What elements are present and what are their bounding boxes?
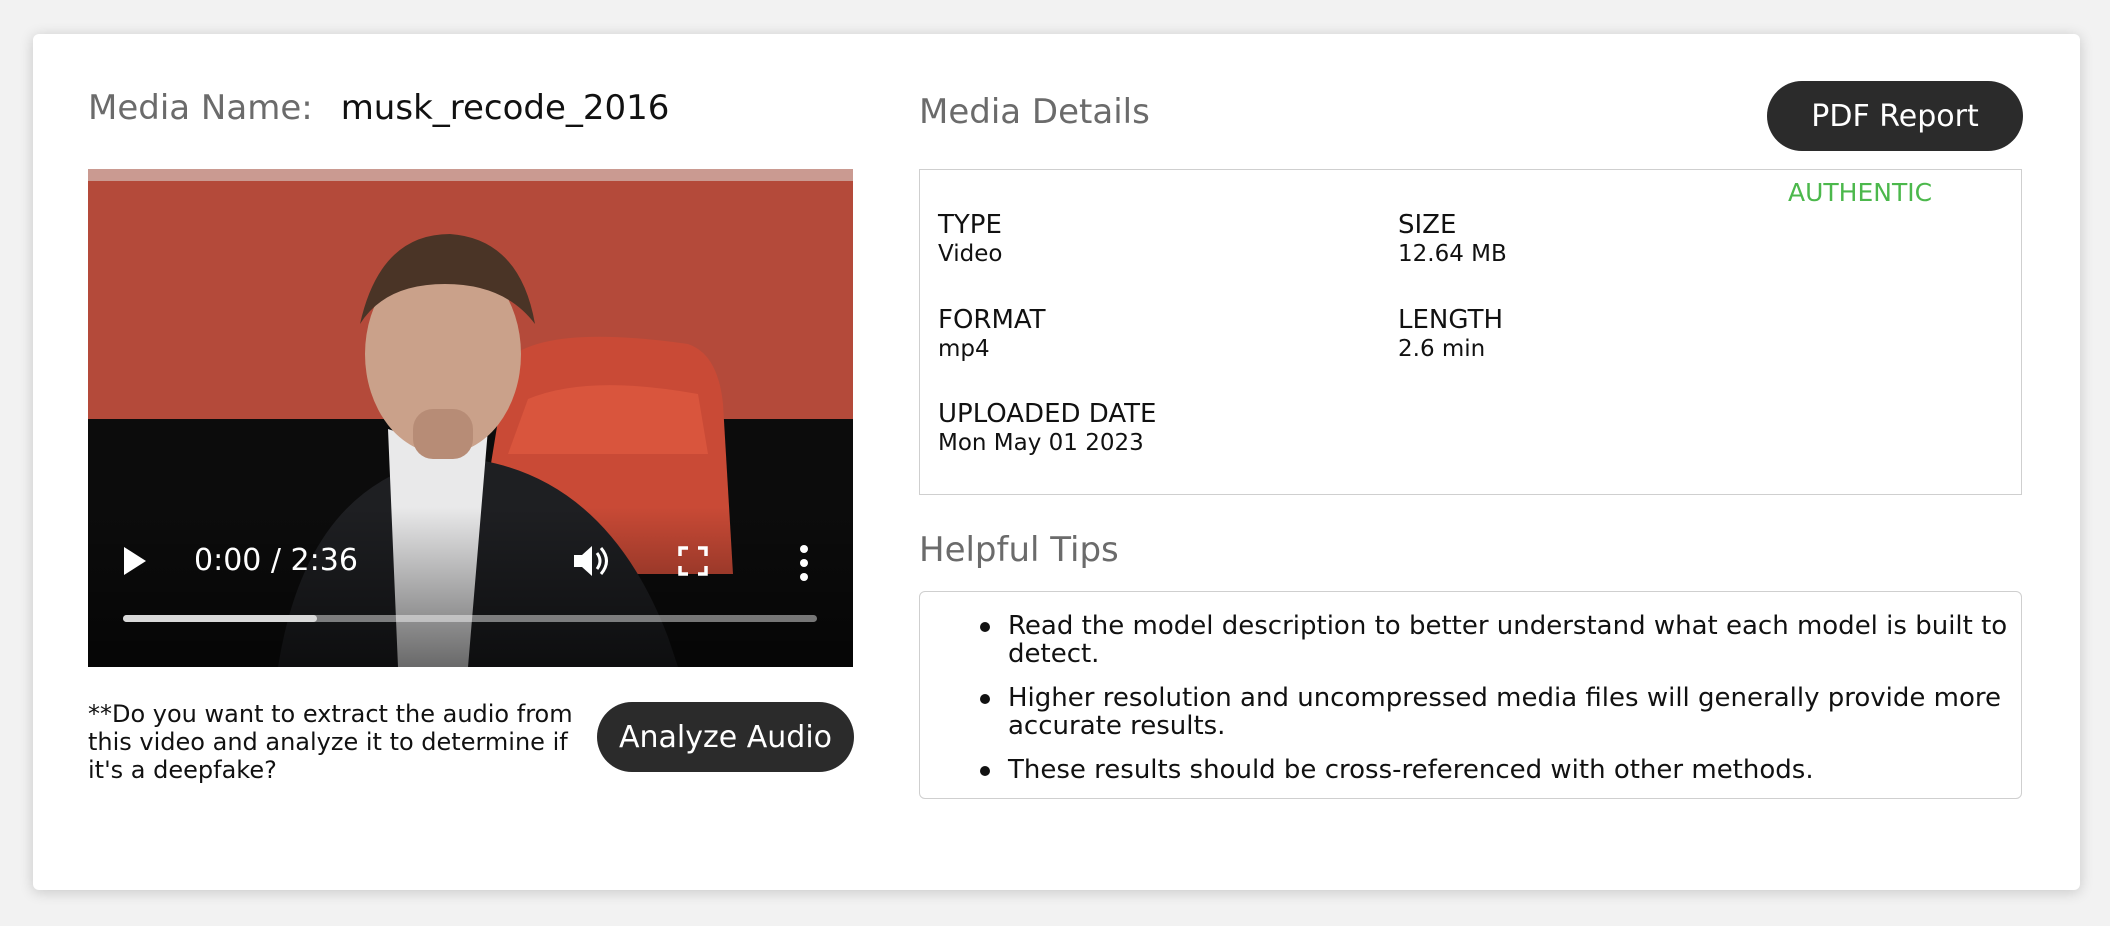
helpful-tips-title: Helpful Tips [919,530,1119,570]
size-label: SIZE [1398,210,1457,240]
bullet-icon [980,622,990,632]
type-label: TYPE [938,210,1002,240]
uploaded-date-label: UPLOADED DATE [938,399,1157,429]
pdf-report-button[interactable]: PDF Report [1767,81,2023,151]
bullet-icon [980,766,990,776]
authenticity-verdict: AUTHENTIC [1788,178,1933,207]
field-size: SIZE 12.64 MB [1398,210,1507,268]
fullscreen-icon[interactable] [678,546,708,576]
video-player[interactable]: 0:00 / 2:36 [88,169,853,667]
field-uploaded-date: UPLOADED DATE Mon May 01 2023 [938,399,1156,457]
play-icon[interactable] [124,547,146,575]
tip-item: Higher resolution and uncompressed media… [980,683,2008,741]
media-name-label: Media Name: [88,88,313,128]
length-value: 2.6 min [1398,336,1486,362]
bullet-icon [980,694,990,704]
tip-item: These results should be cross-referenced… [980,755,2008,785]
video-time: 0:00 / 2:36 [194,543,358,578]
more-vertical-icon[interactable] [798,543,810,583]
tip-text: Higher resolution and uncompressed media… [1008,683,2001,741]
analyze-audio-button[interactable]: Analyze Audio [597,702,854,772]
tip-text: Read the model description to better und… [1008,611,2008,669]
size-value: 12.64 MB [1398,241,1507,267]
media-name-row: Media Name: musk_recode_2016 [88,88,669,128]
field-length: LENGTH 2.6 min [1398,305,1503,363]
tip-text: These results should be cross-referenced… [1008,755,1814,785]
tips-list: Read the model description to better und… [980,611,2008,800]
field-type: TYPE Video [938,210,1002,268]
type-value: Video [938,241,1003,267]
media-name-value: musk_recode_2016 [340,88,670,128]
tip-item: Read the model description to better und… [980,611,2008,669]
format-label: FORMAT [938,305,1046,335]
length-label: LENGTH [1398,305,1504,335]
media-details-title: Media Details [919,92,1150,132]
field-format: FORMAT mp4 [938,305,1046,363]
video-progress-bar[interactable] [123,615,817,622]
uploaded-date-value: Mon May 01 2023 [938,430,1144,456]
video-progress-fill [123,615,318,622]
video-controls [88,507,853,667]
format-value: mp4 [938,336,990,362]
volume-icon[interactable] [570,541,610,581]
audio-question-text: **Do you want to extract the audio from … [88,700,573,784]
